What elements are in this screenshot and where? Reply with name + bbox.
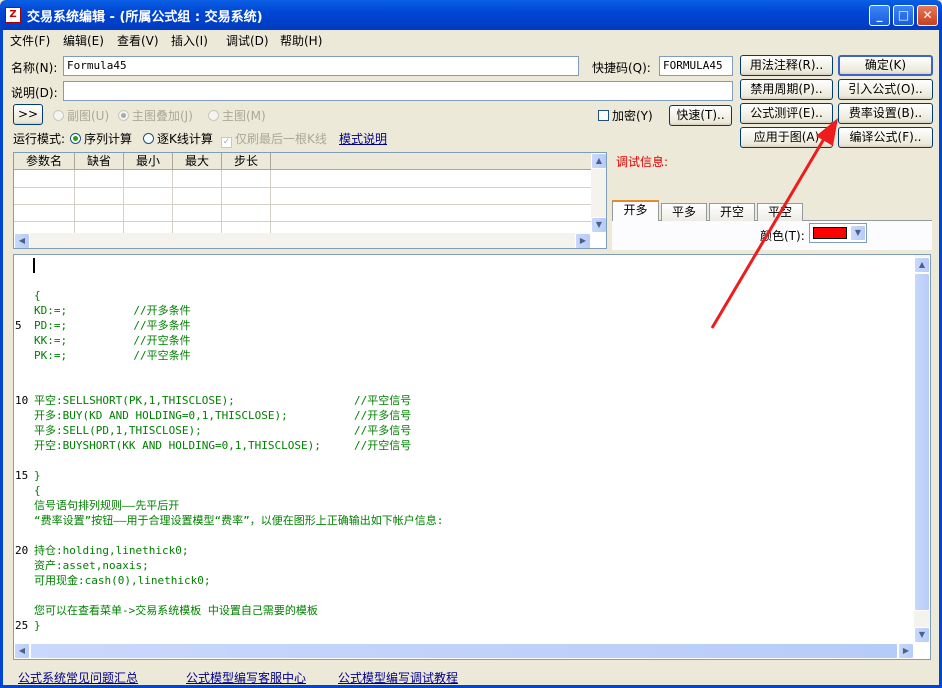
code-line[interactable]: KD:=; //开多条件 (34, 303, 191, 318)
param-hscrollbar[interactable] (14, 233, 591, 248)
footer-link-faq[interactable]: 公式系统常见问题汇总 (18, 669, 138, 686)
text-cursor (33, 258, 35, 273)
scroll-left-icon[interactable]: ◀ (14, 643, 30, 659)
tab-open-long[interactable]: 开多 (612, 200, 659, 221)
scroll-down-icon[interactable]: ▼ (914, 627, 930, 643)
mode-help-link[interactable]: 模式说明 (339, 130, 387, 147)
code-line[interactable]: 开多:BUY(KD AND HOLDING=0,1,THISCLOSE); //… (34, 408, 411, 423)
main-overlay-label: 主图叠加(J) (132, 109, 193, 123)
code-line[interactable]: PK:=; //平空条件 (34, 348, 191, 363)
editor-hscroll-thumb[interactable] (30, 643, 898, 659)
desc-input[interactable] (63, 81, 733, 101)
footer-link-tutorial[interactable]: 公式模型编写调试教程 (338, 669, 458, 686)
maximize-button[interactable]: □ (893, 5, 914, 26)
scroll-up-icon[interactable]: ▲ (591, 153, 606, 169)
confirm-button[interactable]: 确定(K) (838, 55, 933, 76)
param-header-max: 最大 (173, 153, 222, 170)
refresh-last-label: 仅刷最后一根K线 (235, 132, 327, 146)
disable-period-button[interactable]: 禁用周期(P).. (740, 79, 833, 100)
grid-line (14, 204, 592, 205)
window-title: 交易系统编辑 - (所属公式组 : 交易系统) (27, 10, 263, 25)
encrypt-checkbox[interactable]: 加密(Y) (598, 107, 653, 124)
shortcut-input[interactable]: FORMULA45 (659, 56, 733, 76)
shortcut-label: 快捷码(Q): (592, 61, 651, 75)
dropdown-arrow-icon[interactable]: ▼ (850, 225, 866, 241)
minimize-button[interactable]: _ (869, 5, 890, 26)
line-number: 10 (15, 394, 29, 407)
param-header-default: 缺省 (75, 153, 124, 170)
scroll-right-icon[interactable]: ▶ (898, 643, 914, 659)
expand-button[interactable]: >> (13, 104, 43, 125)
refresh-last-checkbox[interactable]: ✓ 仅刷最后一根K线 (221, 130, 327, 148)
name-input[interactable]: Formula45 (63, 56, 579, 76)
menu-view[interactable]: 查看(V) (117, 32, 159, 50)
sequential-label: 序列计算 (84, 132, 133, 146)
close-button[interactable]: ✕ (917, 5, 938, 26)
main-chart-label: 主图(M) (222, 109, 266, 123)
param-header-blank (271, 153, 592, 170)
grid-line (14, 187, 592, 188)
per-bar-label: 逐K线计算 (157, 132, 213, 146)
code-line[interactable]: 信号语句排列规则——先平后开 (34, 498, 179, 513)
sub-chart-radio[interactable]: 副图(U) (53, 107, 109, 124)
encrypt-label: 加密(Y) (612, 109, 653, 123)
code-line[interactable]: 可用现金:cash(0),linethick0; (34, 573, 210, 588)
scroll-right-icon[interactable]: ▶ (575, 233, 591, 248)
line-number: 25 (15, 619, 29, 632)
window-frame-left (0, 30, 3, 688)
footer-link-support[interactable]: 公式模型编写客服中心 (186, 669, 306, 686)
code-line[interactable]: } (34, 468, 41, 483)
line-number: 20 (15, 544, 29, 557)
per-bar-radio[interactable]: 逐K线计算 (143, 130, 213, 147)
sub-chart-label: 副图(U) (67, 109, 110, 123)
desc-label: 说明(D): (11, 86, 58, 100)
param-header-name: 参数名 (14, 153, 75, 170)
param-table[interactable]: 参数名 缺省 最小 最大 步长 ▲ ▼ ◀ ▶ (13, 152, 607, 249)
grid-line (172, 170, 173, 234)
sequential-radio[interactable]: 序列计算 (70, 130, 132, 147)
editor-vscroll-thumb[interactable] (914, 273, 930, 611)
line-number: 5 (15, 319, 22, 332)
grid-line (270, 170, 271, 234)
param-header-min: 最小 (124, 153, 173, 170)
scroll-down-icon[interactable]: ▼ (591, 217, 606, 233)
scroll-left-icon[interactable]: ◀ (14, 233, 30, 248)
app-icon: Z (5, 7, 21, 23)
usage-note-button[interactable]: 用法注释(R).. (740, 55, 833, 76)
menu-help[interactable]: 帮助(H) (280, 32, 322, 50)
menu-edit[interactable]: 编辑(E) (63, 32, 104, 50)
code-line[interactable]: { (34, 288, 41, 303)
import-formula-button[interactable]: 引入公式(O).. (838, 79, 933, 100)
name-label: 名称(N): (11, 61, 58, 75)
line-number: 15 (15, 469, 29, 482)
compile-formula-button[interactable]: 编译公式(F).. (838, 127, 933, 148)
run-mode-label: 运行模式: (13, 132, 66, 146)
code-line[interactable]: PD:=; //平多条件 (34, 318, 191, 333)
code-line[interactable]: 资产:asset,noaxis; (34, 558, 149, 573)
grid-line (14, 221, 592, 222)
code-line[interactable]: 平多:SELL(PD,1,THISCLOSE); //平多信号 (34, 423, 411, 438)
menu-insert[interactable]: 插入(I) (171, 32, 208, 50)
annotation-arrow-icon (710, 118, 838, 329)
grid-line (74, 170, 75, 234)
scroll-up-icon[interactable]: ▲ (914, 257, 930, 273)
code-line[interactable]: “费率设置”按钮——用于合理设置模型“费率”，以便在图形上正确输出如下帐户信息: (34, 513, 443, 528)
main-chart-radio[interactable]: 主图(M) (208, 107, 266, 124)
code-line[interactable]: 您可以在查看菜单->交易系统模板 中设置自己需要的模板 (34, 603, 318, 618)
debug-info-label: 调试信息: (616, 155, 669, 169)
grid-line (123, 170, 124, 234)
code-line[interactable]: KK:=; //开空条件 (34, 333, 191, 348)
code-line[interactable]: 持仓:holding,linethick0; (34, 543, 188, 558)
code-line[interactable]: } (34, 618, 41, 633)
main-overlay-radio[interactable]: 主图叠加(J) (118, 107, 193, 124)
code-line[interactable]: { (34, 483, 41, 498)
code-line[interactable]: 开空:BUYSHORT(KK AND HOLDING=0,1,THISCLOSE… (34, 438, 411, 453)
code-line[interactable]: 平空:SELLSHORT(PK,1,THISCLOSE); //平空信号 (34, 393, 411, 408)
param-header-step: 步长 (222, 153, 271, 170)
grid-line (221, 170, 222, 234)
menu-file[interactable]: 文件(F) (10, 32, 50, 50)
fee-settings-button[interactable]: 费率设置(B).. (838, 103, 933, 124)
menu-debug[interactable]: 调试(D) (226, 32, 269, 50)
